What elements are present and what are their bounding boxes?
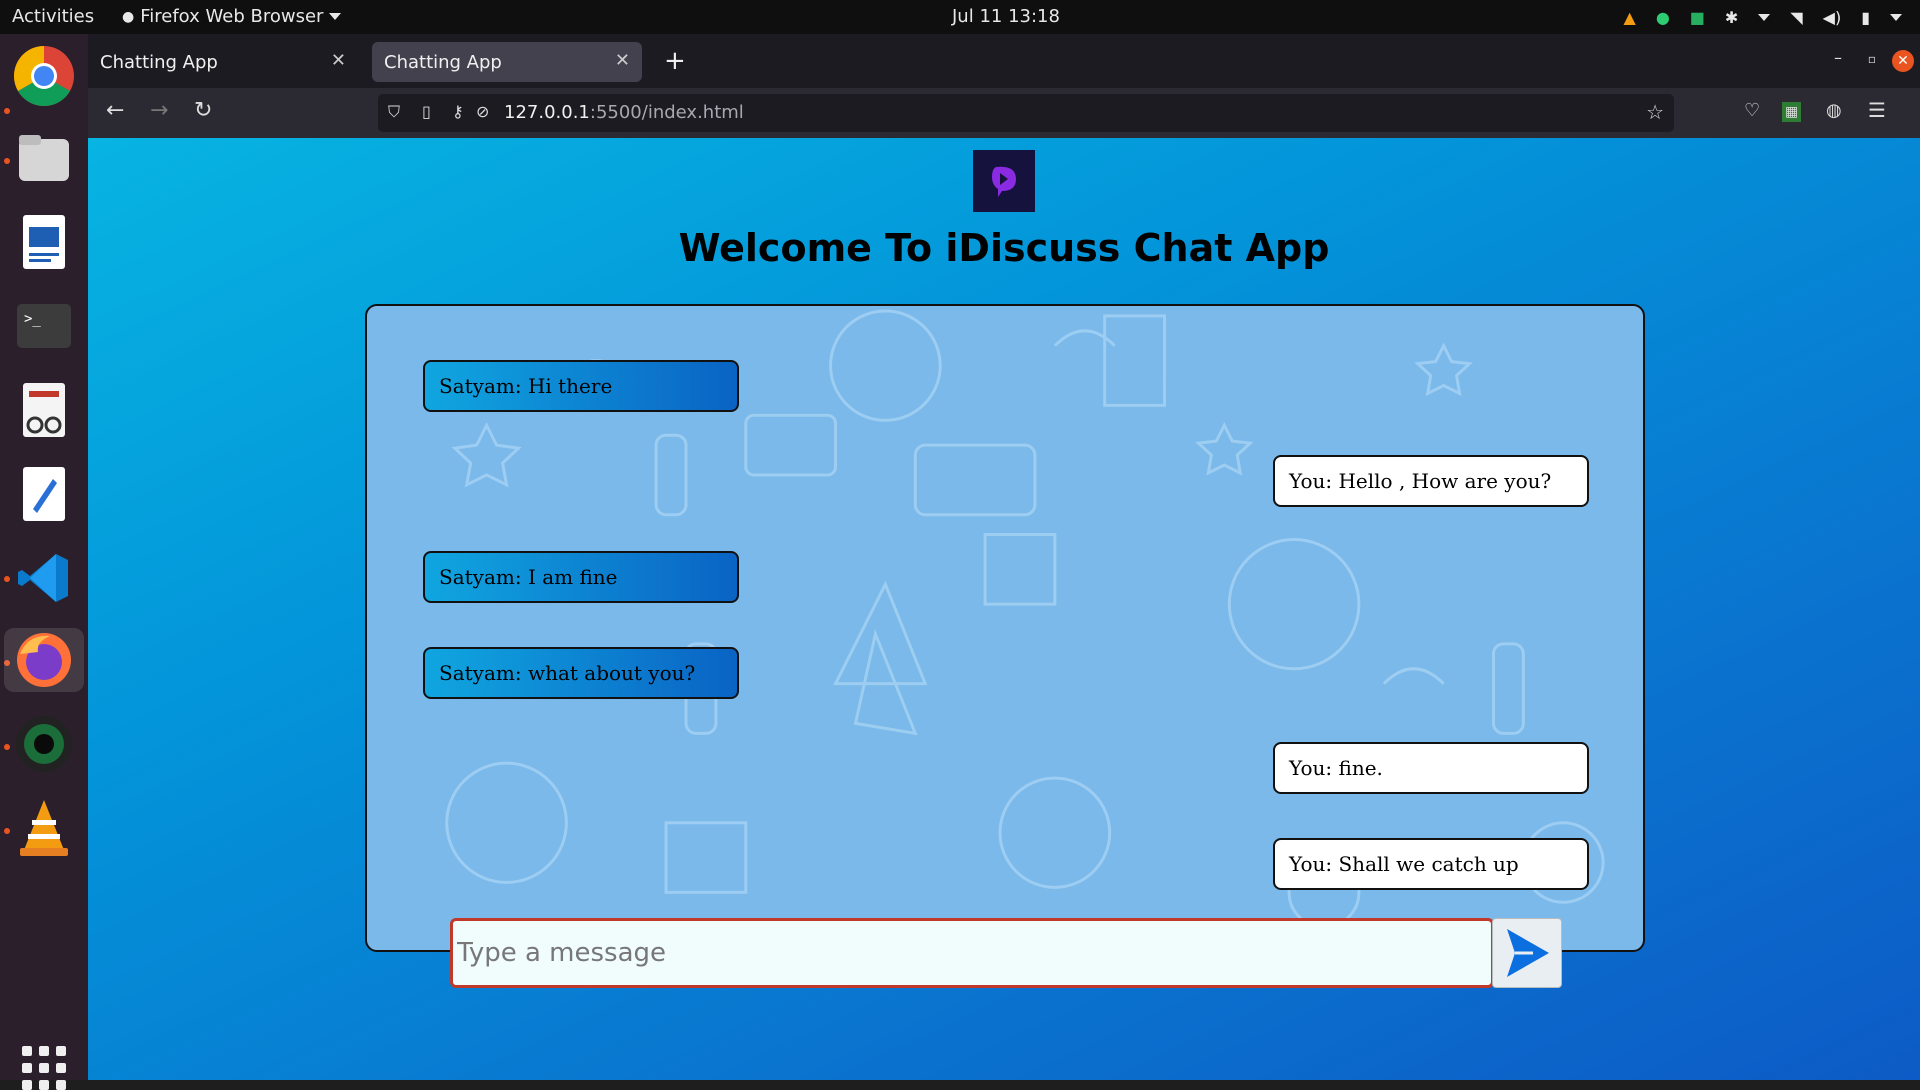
message-incoming: Satyam: I am fine xyxy=(423,551,739,603)
chevron-down-icon xyxy=(1758,13,1771,21)
tab-chatting-app-1[interactable]: Chatting App ✕ xyxy=(88,42,358,82)
new-tab-button[interactable]: + xyxy=(664,46,686,76)
message-composer xyxy=(450,918,1494,988)
reload-button[interactable]: ↻ xyxy=(194,98,212,123)
message-outgoing: You: fine. xyxy=(1273,742,1589,794)
message-incoming: Satyam: Hi there xyxy=(423,360,739,412)
clock[interactable]: Jul 11 13:18 xyxy=(952,6,1060,27)
running-indicator xyxy=(4,828,10,834)
chrome-icon[interactable] xyxy=(12,44,76,108)
tray-app-icon[interactable]: ● xyxy=(1656,8,1670,27)
wifi-icon[interactable]: ◥ xyxy=(1790,8,1802,27)
menu-icon[interactable]: ☰ xyxy=(1868,98,1886,122)
url-bar[interactable]: ⛉ ▯ ⚷ ⊘ 127.0.0.1:5500/index.html ☆ xyxy=(378,94,1674,132)
bookmark-star-icon[interactable]: ☆ xyxy=(1646,100,1664,124)
battery-icon[interactable]: ▮ xyxy=(1861,8,1870,27)
app-menu-label: Firefox Web Browser xyxy=(140,6,324,27)
chat-container: Satyam: Hi there You: Hello , How are yo… xyxy=(365,304,1645,952)
message-input[interactable] xyxy=(457,921,1491,985)
files-icon[interactable] xyxy=(12,126,76,190)
running-indicator xyxy=(4,158,10,164)
vlc-icon[interactable] xyxy=(12,796,76,860)
permissions-icon[interactable]: ⚷ xyxy=(452,102,464,121)
text-editor-icon[interactable] xyxy=(12,462,76,526)
pocket-icon[interactable]: ♡ xyxy=(1744,100,1760,121)
chevron-down-icon xyxy=(329,13,342,20)
running-indicator xyxy=(4,576,10,582)
chevron-down-icon xyxy=(1890,13,1902,21)
system-top-bar: Activities ● Firefox Web Browser Jul 11 … xyxy=(0,0,1920,34)
tab-title: Chatting App xyxy=(384,51,502,73)
page-icon[interactable]: ▯ xyxy=(422,102,431,121)
send-arrow-icon xyxy=(1507,929,1549,977)
back-button[interactable]: ← xyxy=(106,98,124,123)
svg-text:>_: >_ xyxy=(24,311,41,327)
camera-icon[interactable] xyxy=(12,712,76,776)
dock: >_ xyxy=(0,34,88,1090)
tab-chatting-app-2[interactable]: Chatting App ✕ xyxy=(372,42,642,82)
message-outgoing: You: Shall we catch up xyxy=(1273,838,1589,890)
page-title: Welcome To iDiscuss Chat App xyxy=(678,226,1330,270)
extension-icon[interactable]: ▦ xyxy=(1782,102,1802,122)
app-logo xyxy=(973,150,1035,212)
accessibility-icon[interactable]: ✱ xyxy=(1725,8,1738,27)
vscode-icon[interactable] xyxy=(12,546,76,610)
volume-icon[interactable]: ◀) xyxy=(1823,8,1842,27)
minimize-button[interactable]: – xyxy=(1834,48,1842,67)
message-outgoing: You: Hello , How are you? xyxy=(1273,455,1589,507)
terminal-icon[interactable]: >_ xyxy=(12,294,76,358)
color-picker-icon[interactable]: ◍ xyxy=(1826,100,1842,121)
tray-app2-icon[interactable]: ■ xyxy=(1690,8,1705,27)
running-indicator xyxy=(4,744,10,750)
shield-icon[interactable]: ⛉ xyxy=(388,102,400,122)
url-text[interactable]: 127.0.0.1:5500/index.html xyxy=(504,102,744,123)
forward-button[interactable]: → xyxy=(150,98,168,123)
apps-grid-icon[interactable] xyxy=(22,1046,66,1090)
send-button[interactable] xyxy=(1492,918,1562,988)
tab-title: Chatting App xyxy=(100,51,218,73)
close-tab-icon[interactable]: ✕ xyxy=(331,50,346,71)
web-page: Welcome To iDiscuss Chat App Satyam: Hi … xyxy=(88,138,1920,1080)
restore-button[interactable]: ▫ xyxy=(1868,52,1876,66)
running-indicator xyxy=(4,108,10,114)
tracking-off-icon[interactable]: ⊘ xyxy=(476,102,489,121)
activities-button[interactable]: Activities xyxy=(12,6,94,27)
navigation-bar: ← → ↻ ⛉ ▯ ⚷ ⊘ 127.0.0.1:5500/index.html … xyxy=(88,88,1920,138)
message-incoming: Satyam: what about you? xyxy=(423,647,739,699)
reader-icon[interactable] xyxy=(12,378,76,442)
vlc-tray-icon[interactable]: ▲ xyxy=(1624,8,1636,27)
close-window-button[interactable]: ✕ xyxy=(1892,50,1914,72)
firefox-small-icon: ● xyxy=(122,8,135,25)
close-tab-icon[interactable]: ✕ xyxy=(615,50,630,71)
system-tray[interactable]: ▲ ● ■ ✱ ◥ ◀) ▮ xyxy=(1624,4,1902,30)
tab-bar: Chatting App ✕ Chatting App ✕ + – ▫ ✕ xyxy=(88,34,1920,88)
firefox-icon[interactable] xyxy=(4,628,84,692)
writer-icon[interactable] xyxy=(12,210,76,274)
app-menu[interactable]: ● Firefox Web Browser xyxy=(122,6,342,27)
